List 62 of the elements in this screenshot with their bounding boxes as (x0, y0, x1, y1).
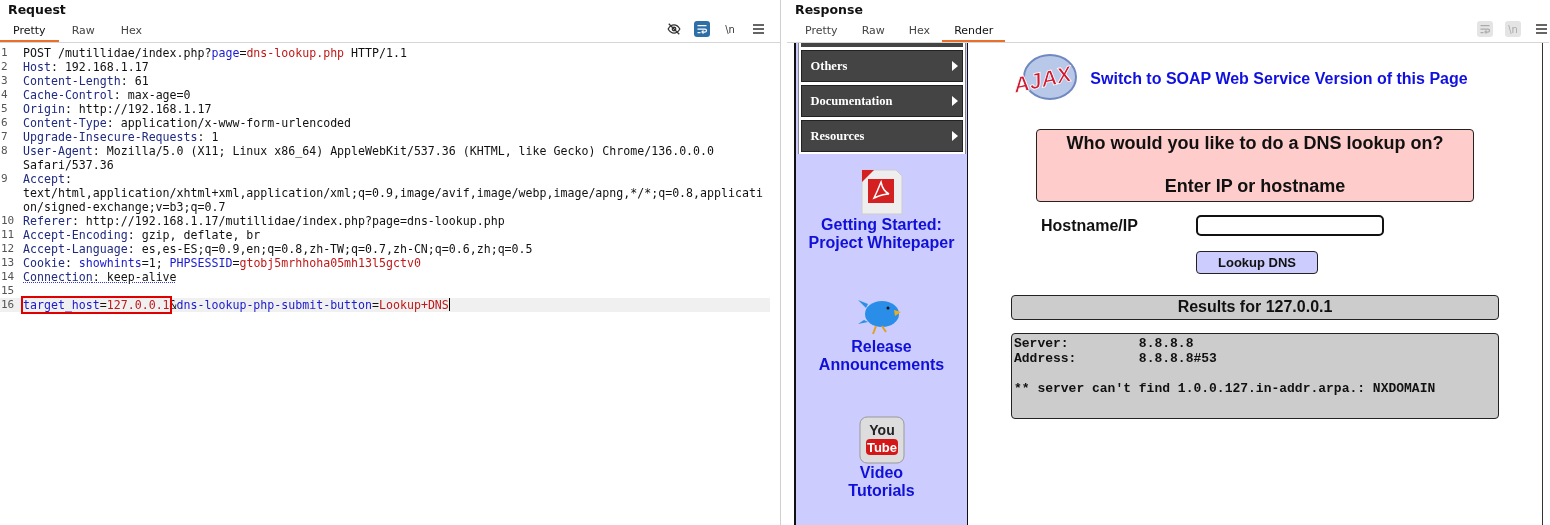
code-line: Referer: http://192.168.1.17/mutillidae/index.php?page=dns-lookup.php (23, 214, 506, 228)
line-number: 11 (0, 228, 16, 242)
line-number: 3 (0, 74, 9, 88)
line-number: 12 (0, 242, 16, 256)
line-number: 9 (0, 172, 9, 187)
view-tab[interactable]: Hex (896, 24, 943, 42)
wrap-icon[interactable] (694, 21, 710, 37)
soap-link[interactable]: Switch to SOAP Web Service Version of this Page (1090, 70, 1468, 88)
code-line: Accept-Language: es,es-ES;q=0.9,en;q=0.8,zh-TW;q=0.7,zh-CN;q=0.6,zh;q=0.5 (23, 242, 534, 256)
results-output: Server: 8.8.8.8 Address: 8.8.8.8#53 ** server can't find 1.0.0.127.in-addr.arpa.: NXDOMAIN (1011, 333, 1499, 419)
line-number: 15 (0, 284, 16, 298)
menu-item[interactable]: Resources (800, 120, 963, 152)
line-number: 1 (0, 46, 9, 60)
line-number: 14 (0, 270, 16, 284)
code-line: Accept-Encoding: gzip, deflate, br (23, 228, 262, 242)
code-line: POST /mutillidae/index.php?page=dns-lookup.php HTTP/1.1 (23, 46, 408, 60)
view-tab[interactable]: Pretty (0, 24, 59, 42)
triangle-icon (951, 96, 958, 106)
lookup-button[interactable]: Lookup DNS (1196, 251, 1318, 274)
code-line: Content-Type: application/x-www-form-urlencoded (23, 116, 353, 130)
menu-icon[interactable] (1533, 21, 1549, 37)
view-tab[interactable]: Pretty (793, 24, 850, 42)
code-line: Connection: keep-alive (23, 270, 178, 284)
line-number: 4 (0, 88, 9, 102)
menu-item[interactable]: Documentation (800, 85, 963, 117)
line-number: 13 (0, 256, 16, 270)
view-tab[interactable]: Raw (58, 24, 108, 42)
prompt-question: Who would you like to do a DNS lookup on? (1066, 133, 1444, 154)
menu-icon[interactable] (750, 21, 766, 37)
hide-icon[interactable] (666, 21, 682, 37)
line-number: 10 (0, 214, 16, 228)
code-line: Cache-Control: max-age=0 (23, 88, 192, 102)
line-number: 6 (0, 116, 9, 130)
hostname-field[interactable] (1196, 215, 1384, 236)
prompt-hint: Enter IP or hostname (1164, 176, 1346, 197)
line-number: 16 (0, 298, 16, 312)
code-line: Upgrade-Insecure-Requests: 1 (23, 130, 220, 144)
pane-title: Request (7, 1, 67, 19)
code-line: Cookie: showhints=1; PHPSESSID=gtobj5mrhhoha05mh13l5gctv0 (23, 256, 422, 270)
newline-toggle[interactable]: \n (722, 21, 738, 37)
sidebar-link[interactable]: Video Tutorials (848, 464, 915, 500)
line-number: 2 (0, 60, 9, 74)
code-line: User-Agent: Mozilla/5.0 (X11; Linux x86_64) AppleWebKit/537.36 (KHTML, like Gecko) Chrome/136.0.0.0 Safari/537.36 (23, 144, 716, 172)
line-number: 5 (0, 102, 9, 116)
code-line: Origin: http://192.168.1.17 (23, 102, 213, 116)
video-logo[interactable]: You Tube (858, 416, 905, 464)
code-line: Content-Length: 61 (23, 74, 150, 88)
code-line: Accept: text/html,application/xhtml+xml,application/xml;q=0.9,image/avif,image/webp,image/apng,*/*;q=0.8,application/signed-exchange;v=b3;q=0.7 (23, 172, 764, 214)
line-number: 8 (0, 144, 9, 159)
menu-item[interactable]: Others (800, 50, 963, 82)
view-tab[interactable]: Hex (107, 24, 156, 42)
pane-title: Response (794, 1, 864, 19)
triangle-icon (951, 61, 958, 71)
pdf-icon[interactable] (859, 168, 904, 216)
code-line: Host: 192.168.1.17 (23, 60, 150, 74)
sidebar-link[interactable]: Release Announcements (818, 338, 945, 374)
sidebar-link[interactable]: Getting Started: Project Whitepaper (808, 216, 955, 252)
field-label: Hostname/IP (1040, 216, 1139, 235)
results-title: Results for 127.0.0.1 (1011, 295, 1499, 320)
line-number: 7 (0, 130, 9, 144)
triangle-icon (951, 131, 958, 141)
view-tab[interactable]: Raw (849, 24, 897, 42)
